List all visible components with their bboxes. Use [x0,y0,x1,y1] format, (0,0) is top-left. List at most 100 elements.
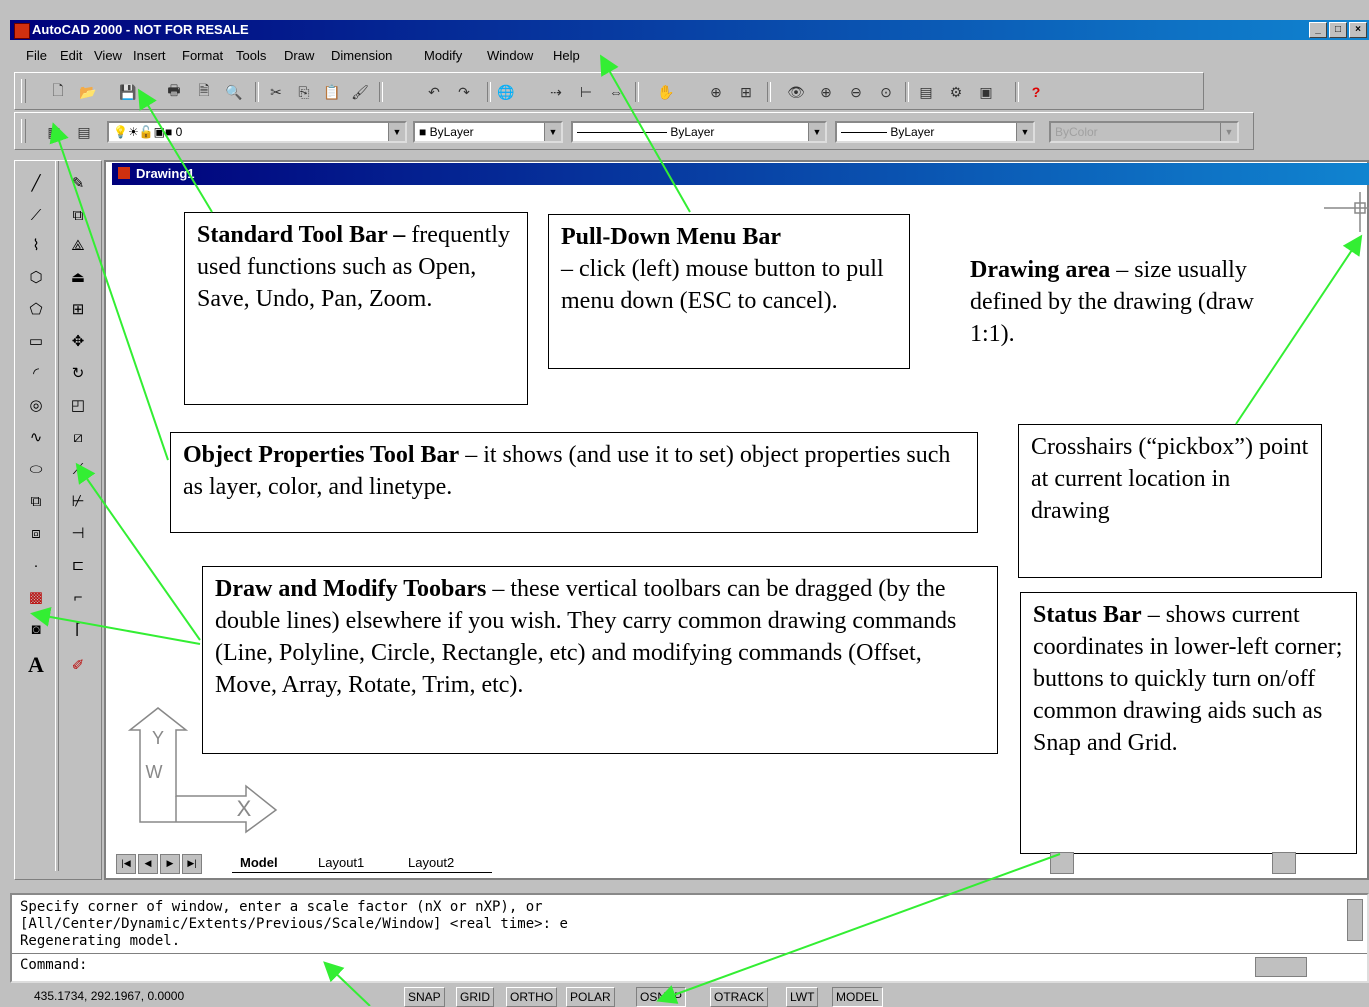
circle-icon[interactable]: ◎ [23,391,49,419]
array-icon[interactable]: ⊞ [65,295,91,323]
tab-layout1[interactable]: Layout1 [312,852,370,874]
tab-layout2[interactable]: Layout2 [402,852,460,874]
command-prompt[interactable]: Command: [20,957,87,974]
prev-tab-icon[interactable]: ◀ [138,854,158,874]
zoom-realtime-icon[interactable]: ⊕ [705,81,727,103]
trim-icon[interactable]: ⊬ [65,487,91,515]
osnap-toggle[interactable]: OSNAP [636,987,687,1007]
layers-icon[interactable]: ▤ [73,121,95,143]
lengthen-icon[interactable]: ⟋ [65,455,91,483]
web-icon[interactable]: 🌐 [495,81,517,103]
zoom-all-icon[interactable]: ⊙ [875,81,897,103]
open-icon[interactable]: 📂 [77,81,99,103]
paste-icon[interactable]: 📋 [321,81,343,103]
scroll-left-button[interactable] [1050,852,1074,874]
properties-icon[interactable]: ▤ [915,81,937,103]
offset-icon[interactable]: ⏏ [65,263,91,291]
color-dropdown[interactable]: ■ ByLayer ▼ [413,121,563,143]
erase-icon[interactable]: ✎ [65,169,91,197]
menu-draw[interactable]: Draw [284,48,314,63]
tab-model[interactable]: Model [234,852,284,874]
polygon2-icon[interactable]: ⬠ [23,295,49,323]
lineweight-dropdown[interactable]: ByLayer ▼ [835,121,1035,143]
menu-help[interactable]: Help [553,48,580,63]
rectangle-icon[interactable]: ▭ [23,327,49,355]
construction-line-icon[interactable]: ⟋ [23,201,49,229]
model-toggle[interactable]: MODEL [832,987,883,1007]
extend-icon[interactable]: ⊣ [65,519,91,547]
polyline-icon[interactable]: ⌇ [23,231,49,259]
copy-icon[interactable]: ⎘ [293,81,315,103]
layer-dropdown[interactable]: 💡☀🔓▣■ 0 ▼ [107,121,407,143]
toolbar-grip[interactable] [21,79,26,103]
maximize-icon[interactable]: □ [1329,22,1347,38]
polar-toggle[interactable]: POLAR [566,987,615,1007]
otrack-toggle[interactable]: OTRACK [710,987,769,1007]
redo-icon[interactable]: ↷ [453,81,475,103]
toolbar-grip[interactable] [21,119,26,143]
menu-modify[interactable]: Modify [424,48,462,63]
zoom-window-icon[interactable]: ⊞ [735,81,757,103]
rotate-icon[interactable]: ↻ [65,359,91,387]
aerial-view-icon[interactable]: 👁 [785,81,807,103]
help-icon[interactable]: ? [1025,81,1047,103]
ortho-toggle[interactable]: ORTHO [506,987,558,1007]
multiline-text-icon[interactable]: A [23,651,49,679]
zoom-out-icon[interactable]: ⊖ [845,81,867,103]
chamfer-icon[interactable]: ⌐ [65,583,91,611]
break-icon[interactable]: ⊏ [65,551,91,579]
close-icon[interactable]: × [1349,22,1367,38]
match-properties-icon[interactable]: 🖌 [349,81,371,103]
menu-file[interactable]: File [26,48,47,63]
stretch-icon[interactable]: ⧄ [65,423,91,451]
next-tab-icon[interactable]: ▶ [160,854,180,874]
print-preview-icon[interactable]: 🗎 [193,81,215,103]
minimize-icon[interactable]: _ [1309,22,1327,38]
dbconnect-icon[interactable]: ▣ [975,81,997,103]
lwt-toggle[interactable]: LWT [786,987,819,1007]
scale-icon[interactable]: ◰ [65,391,91,419]
spline-icon[interactable]: ∿ [23,423,49,451]
move-icon[interactable]: ✥ [65,327,91,355]
make-object-layer-current-icon[interactable]: ▦ [43,121,65,143]
snap-toggle[interactable]: SNAP [404,987,445,1007]
save-icon[interactable]: 💾 [117,81,139,103]
distance-icon[interactable]: ⇔ [605,81,627,103]
fillet-icon[interactable]: ⌈ [65,615,91,643]
linetype-dropdown[interactable]: ByLayer ▼ [571,121,827,143]
find-icon[interactable]: 🔍 [223,81,245,103]
ucs-icon[interactable]: ⊢ [575,81,597,103]
hatch-icon[interactable]: ▩ [23,583,49,611]
command-scrollbar[interactable] [1347,899,1363,941]
print-icon[interactable]: 🖶 [163,81,185,103]
ellipse-icon[interactable]: ⬭ [23,455,49,483]
copy-object-icon[interactable]: ⧉ [65,201,91,229]
command-hscroll[interactable] [1255,957,1307,977]
insert-block-icon[interactable]: ⧉ [23,487,49,515]
arc-icon[interactable]: ◜ [23,359,49,387]
last-tab-icon[interactable]: ▶| [182,854,202,874]
mirror-icon[interactable]: ⟁ [65,231,91,259]
chevron-down-icon[interactable]: ▼ [808,123,825,141]
chevron-down-icon[interactable]: ▼ [544,123,561,141]
chevron-down-icon[interactable]: ▼ [1016,123,1033,141]
line-icon[interactable]: ╱ [23,169,49,197]
grid-toggle[interactable]: GRID [456,987,494,1007]
menu-insert[interactable]: Insert [133,48,166,63]
explode-icon[interactable]: ✐ [65,651,91,679]
polygon-icon[interactable]: ⬡ [23,263,49,291]
design-center-icon[interactable]: ⚙ [945,81,967,103]
menu-window[interactable]: Window [487,48,533,63]
make-block-icon[interactable]: ⧈ [23,519,49,547]
menu-view[interactable]: View [94,48,122,63]
chevron-down-icon[interactable]: ▼ [388,123,405,141]
menu-format[interactable]: Format [182,48,223,63]
menu-edit[interactable]: Edit [60,48,82,63]
menu-tools[interactable]: Tools [236,48,266,63]
undo-icon[interactable]: ↶ [423,81,445,103]
region-icon[interactable]: ◙ [23,615,49,643]
zoom-in-icon[interactable]: ⊕ [815,81,837,103]
cut-icon[interactable]: ✂ [265,81,287,103]
command-window[interactable]: Specify corner of window, enter a scale … [10,893,1369,983]
menu-dimension[interactable]: Dimension [331,48,392,63]
